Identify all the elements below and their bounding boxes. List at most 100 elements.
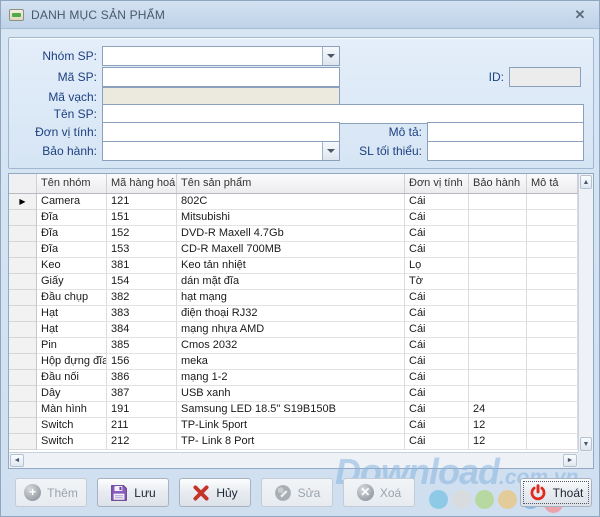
grid-cell[interactable]: 191 xyxy=(107,402,177,418)
grid-cell[interactable]: Đĩa xyxy=(37,242,107,258)
nhom-sp-input[interactable] xyxy=(102,46,340,66)
row-selector-cell[interactable] xyxy=(9,322,37,338)
grid-cell[interactable]: Cái xyxy=(405,210,469,226)
table-row[interactable]: Hộp đựng đĩa156mekaCái xyxy=(9,354,578,370)
grid-cell[interactable] xyxy=(469,306,527,322)
row-selector-cell[interactable] xyxy=(9,338,37,354)
row-selector-cell[interactable] xyxy=(9,434,37,450)
table-row[interactable]: Keo381Keo tản nhiệtLọ xyxy=(9,258,578,274)
grid-cell[interactable]: Cái xyxy=(405,354,469,370)
grid-cell[interactable]: Hộp đựng đĩa xyxy=(37,354,107,370)
grid-cell[interactable] xyxy=(527,290,578,306)
grid-cell[interactable]: mạng 1-2 xyxy=(177,370,405,386)
grid-cell[interactable]: 384 xyxy=(107,322,177,338)
grid-cell[interactable] xyxy=(469,210,527,226)
table-row[interactable]: Màn hình191Samsung LED 18.5" S19B150BCái… xyxy=(9,402,578,418)
grid-cell[interactable] xyxy=(527,242,578,258)
chevron-down-icon[interactable] xyxy=(322,142,339,160)
scroll-up-icon[interactable]: ▲ xyxy=(580,175,592,189)
table-row[interactable]: Đĩa151MitsubishiCái xyxy=(9,210,578,226)
row-selector-cell[interactable] xyxy=(9,402,37,418)
grid-cell[interactable]: Cái xyxy=(405,242,469,258)
grid-cell[interactable] xyxy=(469,354,527,370)
row-selector-cell[interactable] xyxy=(9,210,37,226)
grid-cell[interactable]: 211 xyxy=(107,418,177,434)
column-header[interactable]: Tên sản phẩm xyxy=(177,174,405,193)
grid-cell[interactable]: Mitsubishi xyxy=(177,210,405,226)
grid-cell[interactable] xyxy=(469,274,527,290)
grid-cell[interactable]: dán mặt đĩa xyxy=(177,274,405,290)
table-row[interactable]: Đầu chụp382hạt mạngCái xyxy=(9,290,578,306)
column-header[interactable]: Mã hàng hoá xyxy=(107,174,177,193)
grid-cell[interactable]: USB xanh xyxy=(177,386,405,402)
grid-cell[interactable]: Samsung LED 18.5" S19B150B xyxy=(177,402,405,418)
grid-cell[interactable]: 24 xyxy=(469,402,527,418)
grid-cell[interactable] xyxy=(527,386,578,402)
ma-sp-input[interactable] xyxy=(102,67,340,87)
row-selector-cell[interactable] xyxy=(9,386,37,402)
grid-cell[interactable]: mạng nhựa AMD xyxy=(177,322,405,338)
horizontal-scrollbar[interactable]: ◄ ► xyxy=(9,452,578,468)
grid-cell[interactable]: Tờ xyxy=(405,274,469,290)
grid-cell[interactable]: Đĩa xyxy=(37,210,107,226)
grid-cell[interactable]: TP-Link 5port xyxy=(177,418,405,434)
grid-cell[interactable]: hạt mạng xyxy=(177,290,405,306)
table-row[interactable]: Giấy154dán mặt đĩaTờ xyxy=(9,274,578,290)
grid-cell[interactable]: 382 xyxy=(107,290,177,306)
grid-cell[interactable]: Cái xyxy=(405,226,469,242)
grid-cell[interactable]: Giấy xyxy=(37,274,107,290)
grid-cell[interactable]: Switch xyxy=(37,418,107,434)
grid-cell[interactable]: Cái xyxy=(405,434,469,450)
close-icon[interactable]: ✕ xyxy=(569,4,591,26)
table-row[interactable]: Đĩa152DVD-R Maxell 4.7GbCái xyxy=(9,226,578,242)
grid-cell[interactable] xyxy=(469,226,527,242)
grid-cell[interactable]: Cmos 2032 xyxy=(177,338,405,354)
row-selector-cell[interactable] xyxy=(9,274,37,290)
chevron-down-icon[interactable] xyxy=(322,47,339,65)
grid-cell[interactable] xyxy=(527,370,578,386)
grid-cell[interactable]: Cái xyxy=(405,338,469,354)
grid-cell[interactable]: Pin xyxy=(37,338,107,354)
grid-cell[interactable]: Cái xyxy=(405,194,469,210)
grid-cell[interactable]: Lọ xyxy=(405,258,469,274)
table-row[interactable]: Hạt383điện thoại RJ32Cái xyxy=(9,306,578,322)
ten-sp-input[interactable] xyxy=(102,104,584,124)
grid-cell[interactable] xyxy=(469,338,527,354)
grid-cell[interactable]: 381 xyxy=(107,258,177,274)
grid-cell[interactable] xyxy=(469,370,527,386)
vertical-scrollbar[interactable]: ▲ ▼ xyxy=(578,174,593,452)
grid-cell[interactable]: meka xyxy=(177,354,405,370)
bao-hanh-input[interactable] xyxy=(102,141,340,161)
grid-cell[interactable] xyxy=(527,258,578,274)
row-selector-cell[interactable] xyxy=(9,370,37,386)
column-header[interactable]: Đơn vị tính xyxy=(405,174,469,193)
grid-cell[interactable] xyxy=(527,274,578,290)
table-row[interactable]: Dây387USB xanhCái xyxy=(9,386,578,402)
table-row[interactable]: Switch211TP-Link 5portCái12 xyxy=(9,418,578,434)
row-selector-cell[interactable] xyxy=(9,290,37,306)
grid-cell[interactable] xyxy=(527,194,578,210)
grid-cell[interactable]: Dây xyxy=(37,386,107,402)
column-header[interactable]: Tên nhóm xyxy=(37,174,107,193)
nhom-sp-combobox[interactable] xyxy=(102,46,340,66)
grid-cell[interactable]: 153 xyxy=(107,242,177,258)
grid-cell[interactable]: TP- Link 8 Port xyxy=(177,434,405,450)
scroll-left-icon[interactable]: ◄ xyxy=(10,454,24,467)
grid-cell[interactable]: Switch xyxy=(37,434,107,450)
grid-cell[interactable]: 12 xyxy=(469,418,527,434)
column-header[interactable]: Bảo hành xyxy=(469,174,527,193)
grid-cell[interactable] xyxy=(469,258,527,274)
grid-cell[interactable] xyxy=(527,338,578,354)
row-selector-cell[interactable] xyxy=(9,306,37,322)
grid-cell[interactable]: 212 xyxy=(107,434,177,450)
grid-cell[interactable]: 383 xyxy=(107,306,177,322)
grid-cell[interactable]: 387 xyxy=(107,386,177,402)
row-selector-cell[interactable] xyxy=(9,418,37,434)
grid-cell[interactable] xyxy=(527,322,578,338)
row-selector-cell[interactable] xyxy=(9,226,37,242)
row-selector-cell[interactable] xyxy=(9,354,37,370)
grid-cell[interactable]: Cái xyxy=(405,290,469,306)
grid-cell[interactable] xyxy=(527,306,578,322)
grid-cell[interactable]: Đầu nối xyxy=(37,370,107,386)
cancel-button[interactable]: Hủy xyxy=(179,478,251,507)
